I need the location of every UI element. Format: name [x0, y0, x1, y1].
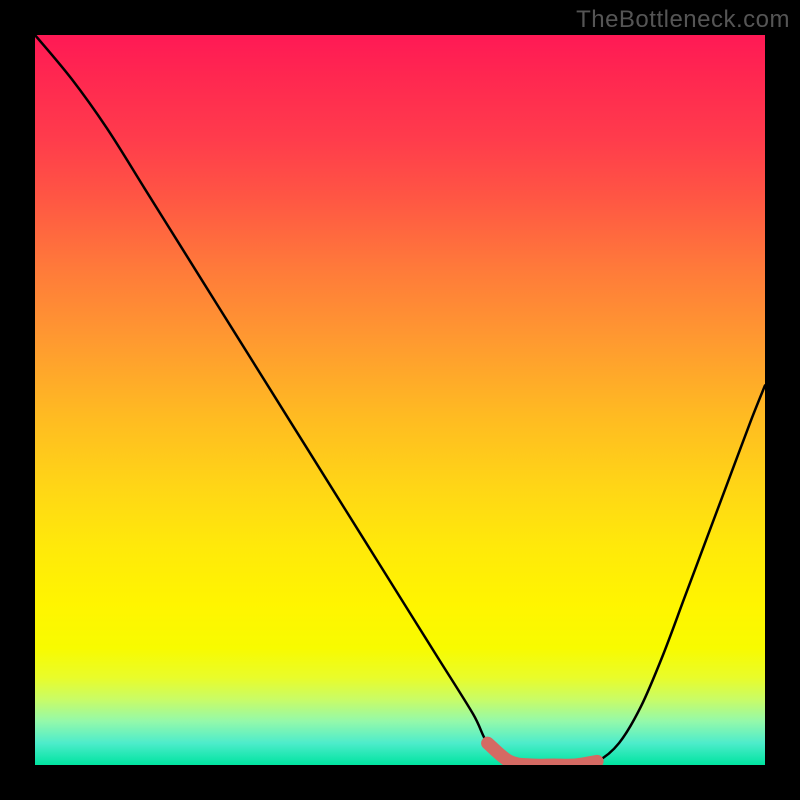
bottleneck-curve — [35, 35, 765, 765]
trough-marker — [488, 743, 597, 765]
curve-layer — [35, 35, 765, 765]
watermark-text: TheBottleneck.com — [576, 6, 790, 34]
chart-stage: TheBottleneck.com — [0, 0, 800, 800]
